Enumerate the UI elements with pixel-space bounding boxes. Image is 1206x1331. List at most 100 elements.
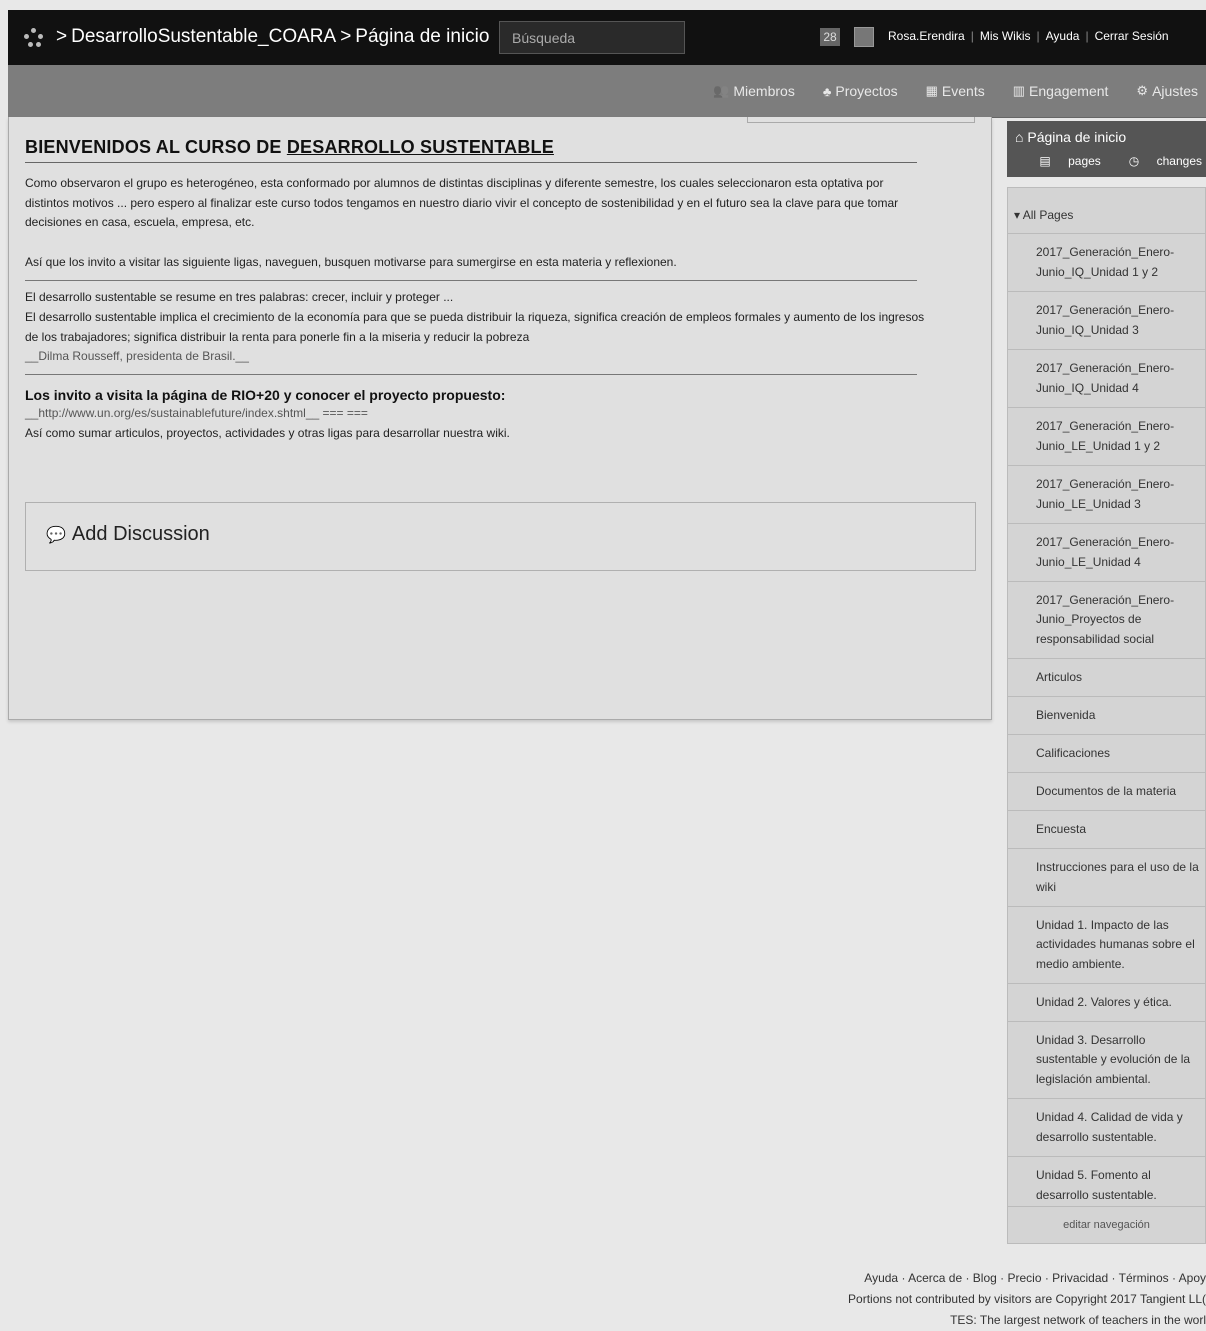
wikispaces-logo-icon[interactable]: [24, 28, 46, 48]
page-title-link[interactable]: DESARROLLO SUSTENTABLE: [287, 137, 554, 157]
footer-copyright: Portions not contributed by visitors are…: [848, 1292, 1206, 1306]
logout-link[interactable]: Cerrar Sesión: [1095, 29, 1169, 43]
footer-tes[interactable]: TES: The largest network of teachers in …: [848, 1310, 1206, 1331]
closing-paragraph: Así como sumar articulos, proyectos, act…: [25, 426, 510, 440]
breadcrumb-separator: >: [340, 26, 352, 47]
sidebar-page-label: 2017_Generación_Enero-Junio_IQ_Unidad 4: [1036, 361, 1175, 395]
rio20-link-row: __http://www.un.org/es/sustainablefuture…: [25, 406, 368, 420]
sidebar-page-link[interactable]: 2017_Generación_Enero-Junio_Proyectos de…: [1008, 581, 1205, 658]
add-discussion-button[interactable]: 💬 Add Discussion: [46, 523, 210, 546]
quote-source: __Dilma Rousseff, presidenta de Brasil._…: [25, 349, 249, 363]
sidebar-page-label: Unidad 2. Valores y ética.: [1036, 994, 1172, 1009]
nav-events[interactable]: ▦ Events: [926, 83, 985, 99]
rio20-link[interactable]: __http://www.un.org/es/sustainablefuture…: [25, 406, 319, 420]
nav-events-label: Events: [941, 83, 985, 99]
clock-icon: ◷: [1128, 154, 1140, 168]
nav-settings[interactable]: ⚙ Ajustes: [1136, 83, 1198, 99]
sidebar-page-link[interactable]: Unidad 2. Valores y ética.: [1008, 983, 1205, 1021]
footer: Ayuda · Acerca de · Blog · Precio · Priv…: [848, 1268, 1206, 1331]
sidebar-page-link[interactable]: 2017_Generación_Enero-Junio_LE_Unidad 1 …: [1008, 407, 1205, 465]
sidebar-page-link[interactable]: Unidad 3. Desarrollo sustentable y evolu…: [1008, 1021, 1205, 1098]
sidebar-page-label: Encuesta: [1036, 821, 1087, 836]
breadcrumb-page-link[interactable]: Página de inicio: [355, 26, 489, 47]
sidebar-page-link[interactable]: 2017_Generación_Enero-Junio_IQ_Unidad 4: [1008, 349, 1205, 407]
sidebar-page-label: 2017_Generación_Enero-Junio_IQ_Unidad 1 …: [1036, 245, 1175, 279]
notification-count-badge[interactable]: 28: [820, 28, 840, 46]
link-suffix: === ===: [322, 406, 368, 420]
members-icon: 👥: [713, 83, 730, 98]
caret-down-icon: ▾: [1014, 208, 1021, 222]
sidebar-page-label: Documentos de la materia: [1036, 783, 1177, 798]
sidebar-page-link[interactable]: Articulos: [1008, 658, 1205, 696]
breadcrumb: > DesarrolloSustentable_COARA > Página de i…: [52, 26, 489, 48]
calendar-icon: ▦: [925, 83, 938, 98]
nav-engagement[interactable]: ▥ Engagement: [1013, 83, 1109, 99]
breadcrumb-separator: >: [56, 26, 68, 47]
footer-links[interactable]: Ayuda · Acerca de · Blog · Precio · Priv…: [848, 1268, 1206, 1289]
sidebar-page-label: 2017_Generación_Enero-Junio_IQ_Unidad 3: [1036, 303, 1175, 337]
sidebar-page-label: Articulos: [1036, 669, 1083, 684]
sidebar-page-label: Bienvenida: [1036, 707, 1096, 722]
sidebar-page-link[interactable]: 2017_Generación_Enero-Junio_IQ_Unidad 3: [1008, 291, 1205, 349]
top-bar: > DesarrolloSustentable_COARA > Página de i…: [8, 10, 1206, 65]
sidebar-page-link[interactable]: Documentos de la materia: [1008, 772, 1205, 810]
add-discussion-box[interactable]: 💬 Add Discussion: [25, 502, 976, 571]
nav-engagement-label: Engagement: [1029, 83, 1109, 99]
comments-icon: 💬: [46, 526, 66, 544]
sidebar-page-link[interactable]: Instrucciones para el uso de la wiki: [1008, 848, 1205, 906]
add-discussion-label: Add Discussion: [71, 523, 210, 545]
sidebar-page-label: Unidad 1. Impacto de las actividades hum…: [1036, 917, 1195, 971]
chart-icon: ▥: [1012, 83, 1026, 98]
user-nav: Rosa.Erendira | Mis Wikis | Ayuda | Cerrar Ses…: [888, 29, 1169, 43]
edit-navigation-link[interactable]: editar navegación: [1008, 1206, 1205, 1243]
nav-projects[interactable]: ♣ Proyectos: [823, 83, 898, 99]
sidebar-page-label: Unidad 5. Fomento al desarrollo sustenta…: [1036, 1168, 1157, 1202]
my-wikis-link[interactable]: Mis Wikis: [980, 29, 1031, 43]
divider: [25, 280, 917, 281]
sidebar-page-link[interactable]: Bienvenida: [1008, 696, 1205, 734]
sidebar-page-label: 2017_Generación_Enero-Junio_LE_Unidad 1 …: [1036, 419, 1175, 453]
sidebar-page-label: Calificaciones: [1036, 745, 1111, 760]
invite-paragraph: Así que los invito a visitar las siguien…: [25, 255, 677, 269]
quote-line-2: El desarrollo sustentable implica el cre…: [25, 310, 925, 344]
changes-link[interactable]: ◷ changes: [1115, 154, 1202, 168]
sidebar-page-link[interactable]: Unidad 1. Impacto de las actividades hum…: [1008, 906, 1205, 983]
sidebar-home-link[interactable]: ⌂ Página de inicio: [1015, 129, 1206, 145]
sidebar-home: ⌂ Página de inicio ▤ pages ◷ changes: [1007, 121, 1206, 177]
pages-link[interactable]: ▤ pages: [1025, 154, 1100, 168]
sidebar-page-label: Unidad 4. Calidad de vida y desarrollo s…: [1036, 1110, 1183, 1144]
sidebar-page-label: 2017_Generación_Enero-Junio_LE_Unidad 3: [1036, 477, 1175, 511]
help-link[interactable]: Ayuda: [1046, 29, 1080, 43]
sidebar-home-label: Página de inicio: [1027, 129, 1127, 145]
pages-icon: ▤: [1039, 154, 1051, 168]
sidebar-page-link[interactable]: 2017_Generación_Enero-Junio_LE_Unidad 4: [1008, 523, 1205, 581]
user-avatar[interactable]: [854, 27, 874, 47]
sidebar-page-link[interactable]: 2017_Generación_Enero-Junio_IQ_Unidad 1 …: [1008, 233, 1205, 291]
home-icon: ⌂: [1015, 129, 1024, 145]
gear-icon: ⚙: [1136, 83, 1149, 98]
sidebar-page-link[interactable]: Encuesta: [1008, 810, 1205, 848]
sidebar-page-label: Unidad 3. Desarrollo sustentable y evolu…: [1036, 1032, 1191, 1086]
nav-projects-label: Proyectos: [835, 83, 898, 99]
nav-settings-label: Ajustes: [1152, 83, 1198, 99]
breadcrumb-wiki-link[interactable]: DesarrolloSustentable_COARA: [71, 26, 336, 47]
rio20-heading: Los invito a visita la página de RIO+20 …: [25, 387, 506, 403]
page-nav-items: 2017_Generación_Enero-Junio_IQ_Unidad 1 …: [1008, 233, 1205, 1214]
sidebar-page-link[interactable]: Unidad 4. Calidad de vida y desarrollo s…: [1008, 1098, 1205, 1156]
sidebar-page-link[interactable]: Calificaciones: [1008, 734, 1205, 772]
sidebar-page-link[interactable]: 2017_Generación_Enero-Junio_LE_Unidad 3: [1008, 465, 1205, 523]
nav-members[interactable]: 👥 Miembros: [713, 83, 795, 99]
sidebar-page-label: 2017_Generación_Enero-Junio_Proyectos de…: [1036, 592, 1175, 646]
all-pages-toggle[interactable]: ▾ All Pages: [1014, 208, 1073, 222]
quote-line-1: El desarrollo sustentable se resume en t…: [25, 290, 454, 304]
username-link[interactable]: Rosa.Erendira: [888, 29, 965, 43]
wiki-nav-bar: 👥 Miembros ♣ Proyectos ▦ Events ▥ Engagement…: [8, 65, 1206, 118]
search-input[interactable]: Búsqueda: [499, 21, 685, 54]
sidebar-page-label: Instrucciones para el uso de la wiki: [1036, 860, 1199, 894]
nav-members-label: Miembros: [733, 83, 795, 99]
page-title: BIENVENIDOS AL CURSO DE DESARROLLO SUSTE…: [25, 137, 917, 163]
page-action-tabs[interactable]: [747, 117, 975, 123]
sidebar-page-label: 2017_Generación_Enero-Junio_LE_Unidad 4: [1036, 535, 1175, 569]
projects-icon: ♣: [822, 83, 832, 99]
page-content: BIENVENIDOS AL CURSO DE DESARROLLO SUSTE…: [8, 117, 992, 720]
